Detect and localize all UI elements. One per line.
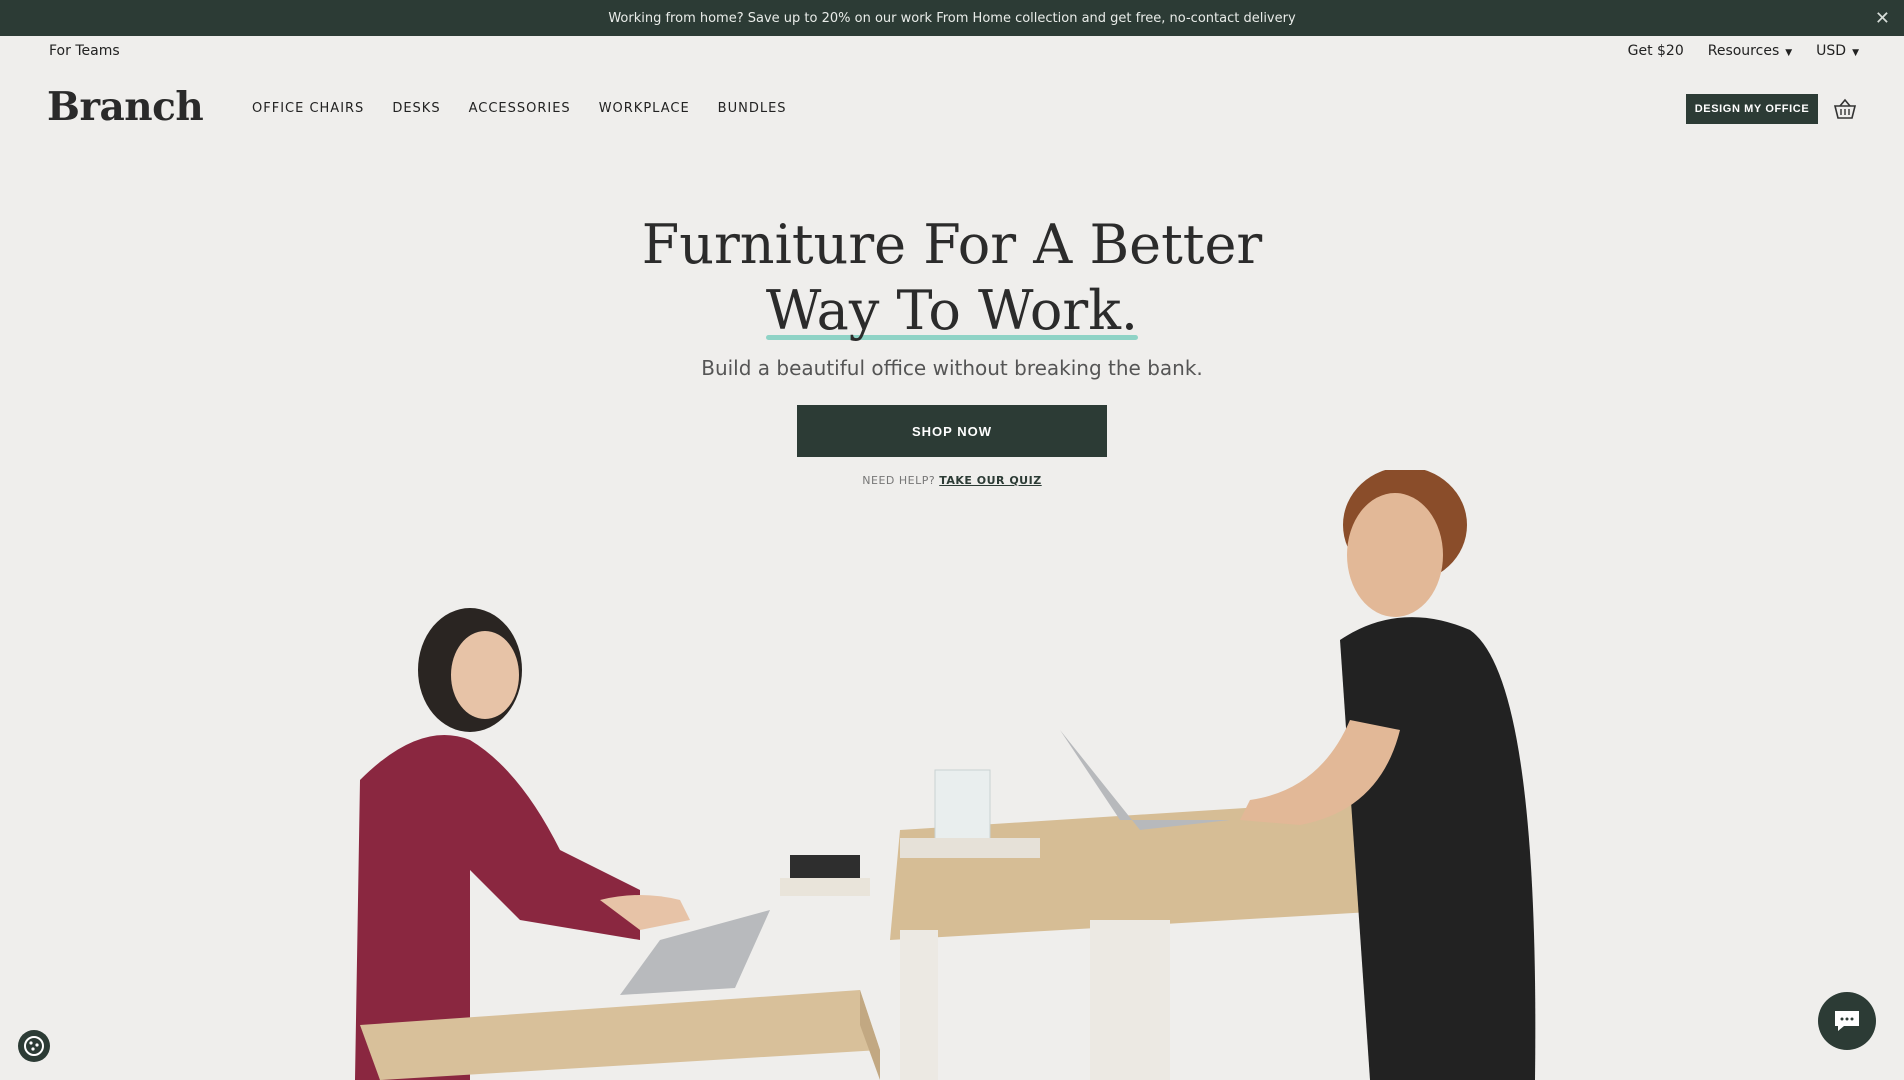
chat-bubble-icon [1835,1011,1859,1031]
brand-logo[interactable]: Branch [47,84,204,130]
announcement-bar: Working from home? Save up to 20% on our… [0,0,1904,36]
currency-dropdown[interactable]: USD ▼ [1816,43,1859,59]
hero-title: Furniture For A Better Way To Work. [0,212,1904,344]
man-face [1347,493,1443,617]
main-nav: OFFICE CHAIRS DESKS ACCESSORIES WORKPLAC… [252,101,787,116]
books-stack [790,855,860,881]
hero-image [355,470,1536,1080]
nav-desks[interactable]: DESKS [392,101,440,116]
cookie-settings-icon[interactable] [18,1030,50,1062]
close-icon[interactable]: ✕ [1875,8,1890,29]
books-stack-2 [780,878,870,896]
currency-label: USD [1816,43,1847,59]
cookie-icon [24,1036,44,1056]
basket-icon[interactable] [1832,97,1858,121]
chevron-down-icon: ▼ [1852,48,1859,58]
get20-link[interactable]: Get $20 [1628,43,1684,59]
right-desk-leg [1090,920,1170,1080]
left-desk-leg [900,930,938,1080]
utility-bar: For Teams Get $20 Resources ▼ USD ▼ [0,36,1904,66]
man-shirt [1340,617,1536,1080]
chevron-down-icon: ▼ [1785,48,1793,58]
hero-subtitle: Build a beautiful office without breakin… [701,356,1203,380]
hero-title-line2-wrap: Way To Work. [765,278,1139,344]
nav-office-chairs[interactable]: OFFICE CHAIRS [252,101,364,116]
main-header: Branch OFFICE CHAIRS DESKS ACCESSORIES W… [0,66,1904,152]
shop-now-button[interactable]: SHOP NOW [797,405,1107,457]
nav-workplace[interactable]: WORKPLACE [599,101,690,116]
desk-books [900,838,1040,858]
nav-bundles[interactable]: BUNDLES [718,101,787,116]
resources-label: Resources [1707,43,1780,59]
glass-jar [934,769,991,841]
hero-title-line1: Furniture For A Better [641,213,1263,276]
for-teams-link[interactable]: For Teams [49,43,120,59]
design-my-office-button[interactable]: DESIGN MY OFFICE [1686,94,1818,124]
announcement-text[interactable]: Working from home? Save up to 20% on our… [608,11,1295,26]
resources-dropdown[interactable]: Resources ▼ [1708,43,1792,59]
woman-face [451,631,519,719]
chat-launcher-button[interactable] [1818,992,1876,1050]
hero-title-line2: Way To Work. [765,279,1139,342]
utility-right: Get $20 Resources ▼ USD ▼ [1628,43,1859,59]
nav-accessories[interactable]: ACCESSORIES [469,101,571,116]
